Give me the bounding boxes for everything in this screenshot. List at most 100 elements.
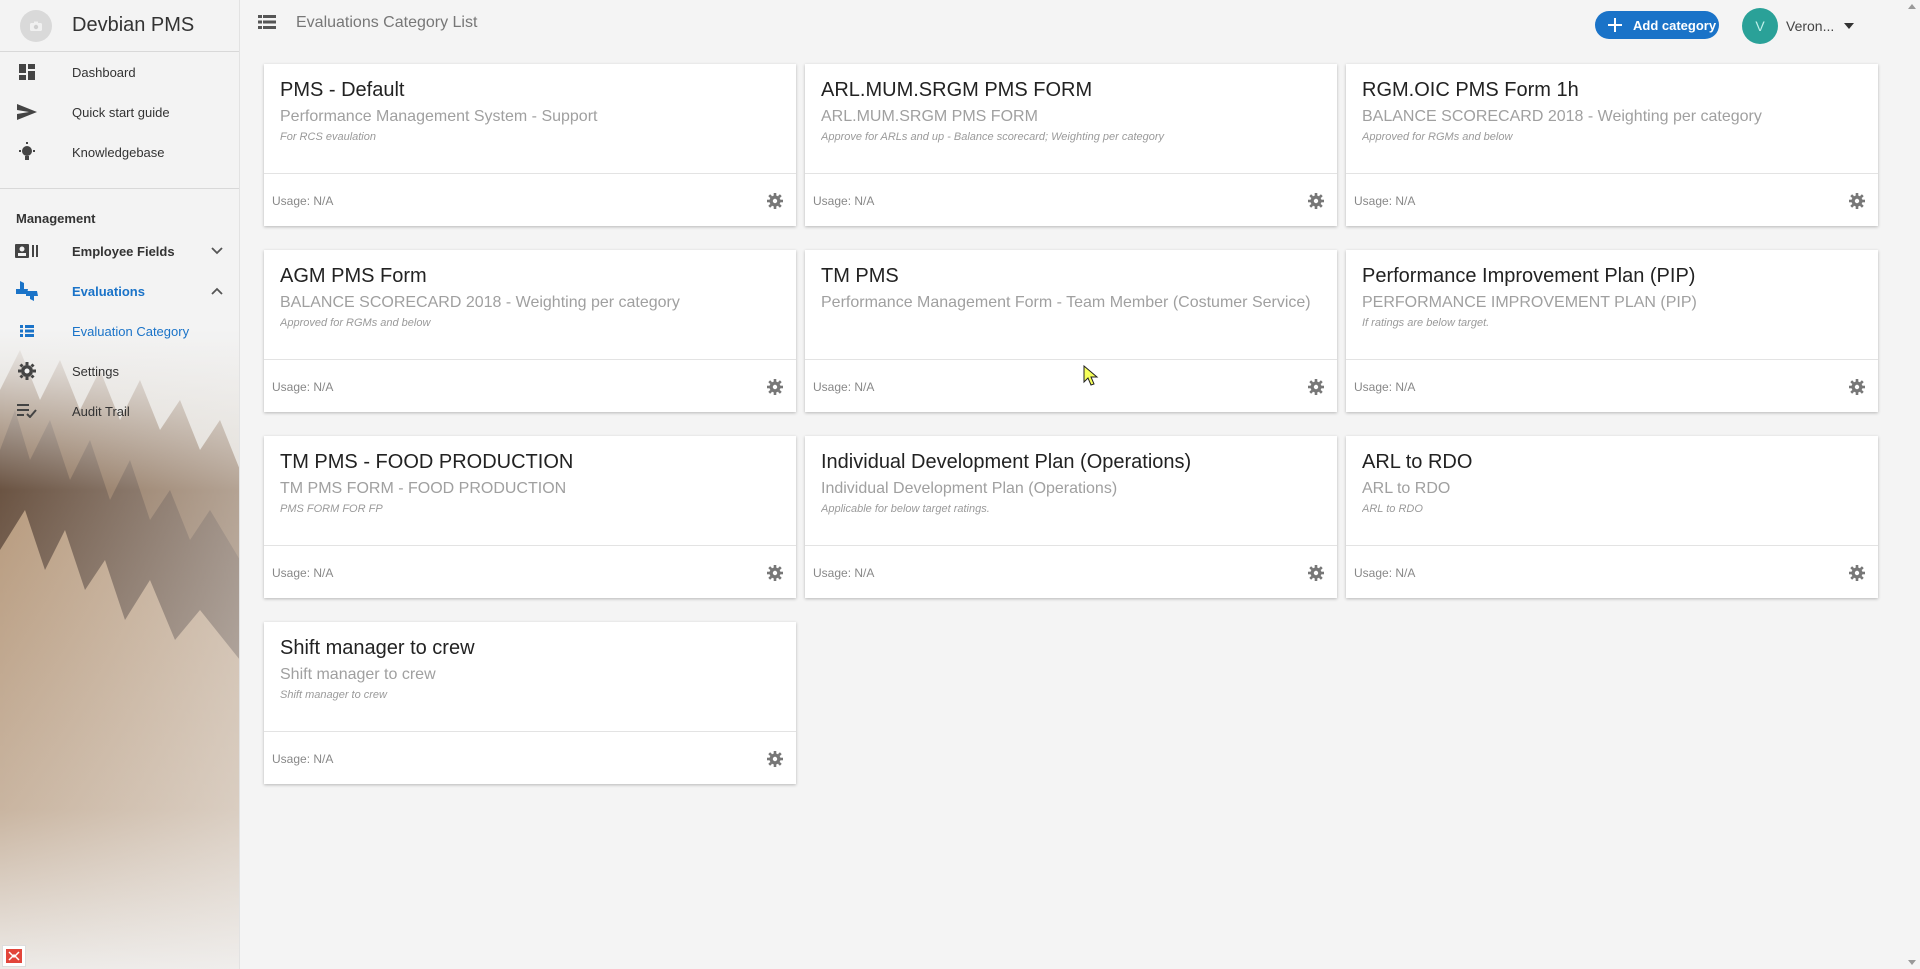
scroll-up-icon[interactable] xyxy=(1908,4,1916,9)
thumbs-icon xyxy=(14,280,40,302)
sidebar: Devbian PMS Dashboard Quick start guide … xyxy=(0,0,240,969)
sidebar-item-evaluations[interactable]: Evaluations xyxy=(0,271,239,311)
card-title: TM PMS - FOOD PRODUCTION xyxy=(280,451,574,473)
category-card[interactable]: ARL to RDO ARL to RDO ARL to RDO Usage: … xyxy=(1346,436,1878,598)
sidebar-item-quick-start-guide[interactable]: Quick start guide xyxy=(0,92,239,132)
card-description: ARL to RDO xyxy=(1362,503,1423,515)
card-usage: Usage: N/A xyxy=(813,566,875,580)
user-menu[interactable]: V Veron... xyxy=(1742,8,1855,44)
section-title-management: Management xyxy=(16,210,96,226)
view-list-icon[interactable] xyxy=(258,13,276,31)
category-card[interactable]: AGM PMS Form BALANCE SCORECARD 2018 - We… xyxy=(264,250,796,412)
card-subtitle: Performance Management Form - Team Membe… xyxy=(821,294,1311,311)
gear-icon[interactable] xyxy=(1848,564,1866,582)
brand-header: Devbian PMS xyxy=(0,0,239,52)
add-category-label: Add category xyxy=(1633,17,1717,33)
card-title: ARL.MUM.SRGM PMS FORM xyxy=(821,79,1093,101)
sidebar-item-knowledgebase[interactable]: Knowledgebase xyxy=(0,132,239,172)
card-body: Shift manager to crew Shift manager to c… xyxy=(264,622,796,732)
sidebar-item-audit-trail[interactable]: Audit Trail xyxy=(0,391,239,431)
add-category-button[interactable]: Add category xyxy=(1595,11,1719,39)
sidebar-item-label: Audit Trail xyxy=(72,403,130,419)
sidebar-item-settings[interactable]: Settings xyxy=(0,351,239,391)
card-description: Approved for RGMs and below xyxy=(280,317,431,329)
card-description: Applicable for below target ratings. xyxy=(821,503,990,515)
card-usage: Usage: N/A xyxy=(1354,194,1416,208)
page-title: Evaluations Category List xyxy=(296,14,478,31)
card-body: Performance Improvement Plan (PIP) PERFO… xyxy=(1346,250,1878,360)
sidebar-item-dashboard[interactable]: Dashboard xyxy=(0,52,239,92)
card-usage: Usage: N/A xyxy=(1354,566,1416,580)
gear-icon[interactable] xyxy=(766,192,784,210)
card-description: Approved for RGMs and below xyxy=(1362,131,1513,143)
card-body: TM PMS Performance Management Form - Tea… xyxy=(805,250,1337,360)
sidebar-item-label: Knowledgebase xyxy=(72,144,165,160)
gear-icon[interactable] xyxy=(1307,378,1325,396)
category-card[interactable]: Performance Improvement Plan (PIP) PERFO… xyxy=(1346,250,1878,412)
id-card-icon xyxy=(14,240,40,262)
gear-icon xyxy=(14,360,40,382)
card-footer: Usage: N/A xyxy=(805,360,1337,412)
card-description: PMS FORM FOR FP xyxy=(280,503,383,515)
app-badge-icon[interactable] xyxy=(2,945,26,967)
card-subtitle: ARL to RDO xyxy=(1362,480,1451,497)
card-title: Shift manager to crew xyxy=(280,637,475,659)
dashboard-icon xyxy=(14,61,40,83)
sidebar-item-label: Quick start guide xyxy=(72,104,170,120)
mouse-cursor-icon xyxy=(1083,365,1099,386)
category-card[interactable]: RGM.OIC PMS Form 1h BALANCE SCORECARD 20… xyxy=(1346,64,1878,226)
category-grid: PMS - Default Performance Management Sys… xyxy=(264,64,1880,784)
card-usage: Usage: N/A xyxy=(272,566,334,580)
card-footer: Usage: N/A xyxy=(264,732,796,784)
sidebar-item-label: Evaluations xyxy=(72,283,145,299)
category-card[interactable]: ARL.MUM.SRGM PMS FORM ARL.MUM.SRGM PMS F… xyxy=(805,64,1337,226)
checklist-icon xyxy=(14,400,40,422)
card-title: RGM.OIC PMS Form 1h xyxy=(1362,79,1579,101)
card-subtitle: ARL.MUM.SRGM PMS FORM xyxy=(821,108,1038,125)
sidebar-item-evaluation-category[interactable]: Evaluation Category xyxy=(0,311,239,351)
gear-icon[interactable] xyxy=(1848,192,1866,210)
plus-icon xyxy=(1608,18,1622,32)
gear-icon[interactable] xyxy=(766,750,784,768)
gear-icon[interactable] xyxy=(766,564,784,582)
scroll-down-icon[interactable] xyxy=(1908,960,1916,965)
card-usage: Usage: N/A xyxy=(272,752,334,766)
chevron-up-icon[interactable] xyxy=(209,283,225,299)
chevron-down-icon[interactable] xyxy=(209,243,225,259)
gear-icon[interactable] xyxy=(1848,378,1866,396)
gear-icon[interactable] xyxy=(1307,564,1325,582)
card-usage: Usage: N/A xyxy=(272,194,334,208)
card-description: Shift manager to crew xyxy=(280,689,387,701)
card-usage: Usage: N/A xyxy=(1354,380,1416,394)
category-card[interactable]: Individual Development Plan (Operations)… xyxy=(805,436,1337,598)
category-card[interactable]: TM PMS - FOOD PRODUCTION TM PMS FORM - F… xyxy=(264,436,796,598)
sidebar-item-label: Evaluation Category xyxy=(72,323,190,339)
company-logo-icon xyxy=(20,10,52,42)
caret-down-icon xyxy=(1844,23,1855,29)
card-description: Approve for ARLs and up - Balance scorec… xyxy=(821,131,1165,143)
card-title: ARL to RDO xyxy=(1362,451,1473,473)
card-title: AGM PMS Form xyxy=(280,265,427,287)
gear-icon[interactable] xyxy=(1307,192,1325,210)
card-subtitle: PERFORMANCE IMPROVEMENT PLAN (PIP) xyxy=(1362,294,1697,311)
card-footer: Usage: N/A xyxy=(264,360,796,412)
card-description: If ratings are below target. xyxy=(1362,317,1490,329)
card-title: Performance Improvement Plan (PIP) xyxy=(1362,265,1696,287)
card-usage: Usage: N/A xyxy=(813,194,875,208)
card-footer: Usage: N/A xyxy=(1346,174,1878,226)
card-body: ARL.MUM.SRGM PMS FORM ARL.MUM.SRGM PMS F… xyxy=(805,64,1337,174)
sidebar-item-employee-fields[interactable]: Employee Fields xyxy=(0,231,239,271)
category-card[interactable]: PMS - Default Performance Management Sys… xyxy=(264,64,796,226)
category-card[interactable]: TM PMS Performance Management Form - Tea… xyxy=(805,250,1337,412)
category-card[interactable]: Shift manager to crew Shift manager to c… xyxy=(264,622,796,784)
card-usage: Usage: N/A xyxy=(813,380,875,394)
gear-icon[interactable] xyxy=(766,378,784,396)
user-name: Veron... xyxy=(1786,18,1835,34)
card-footer: Usage: N/A xyxy=(264,174,796,226)
send-icon xyxy=(14,101,40,123)
card-body: AGM PMS Form BALANCE SCORECARD 2018 - We… xyxy=(264,250,796,360)
card-subtitle: BALANCE SCORECARD 2018 - Weighting per c… xyxy=(280,294,680,311)
page-scrollbar[interactable] xyxy=(1904,0,1920,969)
avatar: V xyxy=(1742,8,1778,44)
card-body: PMS - Default Performance Management Sys… xyxy=(264,64,796,174)
